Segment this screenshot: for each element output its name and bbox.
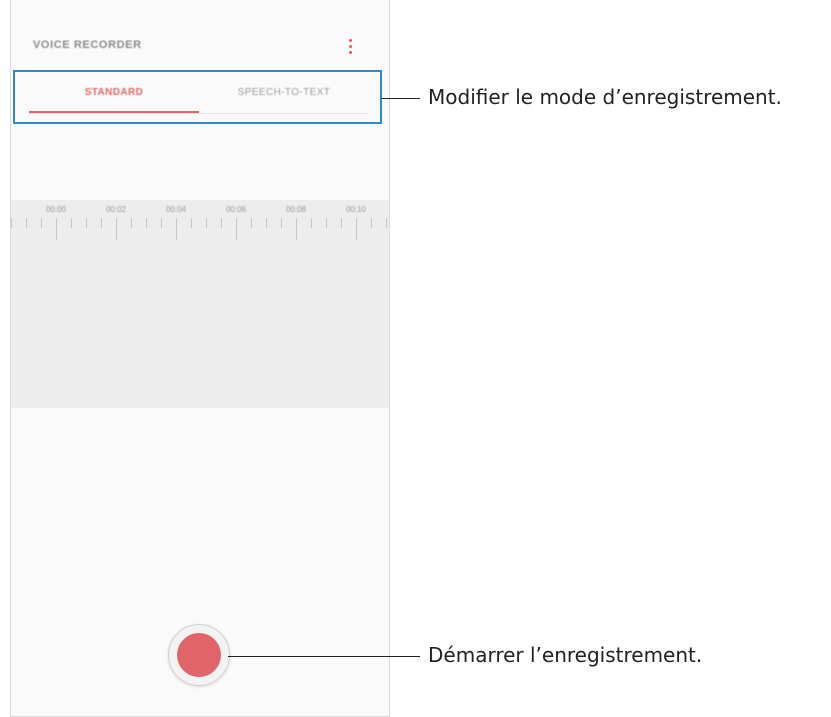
time-label: 00:06 bbox=[225, 205, 247, 214]
record-icon bbox=[177, 633, 221, 677]
ruler-minor-tick bbox=[101, 218, 102, 228]
ruler-minor-tick bbox=[221, 218, 222, 228]
app-title: VOICE RECORDER bbox=[33, 39, 142, 51]
ruler-minor-tick bbox=[341, 218, 342, 228]
time-label: 00:02 bbox=[105, 205, 127, 214]
timeline-labels: 00:00 00:02 00:04 00:06 00:08 00:10 bbox=[11, 205, 389, 219]
time-label: 00:08 bbox=[285, 205, 307, 214]
ruler-major-tick bbox=[356, 218, 357, 240]
record-button[interactable] bbox=[168, 624, 230, 686]
ruler-minor-tick bbox=[251, 218, 252, 228]
time-label: 00:04 bbox=[165, 205, 187, 214]
ruler-minor-tick bbox=[161, 218, 162, 228]
more-vert-icon-dot bbox=[349, 51, 352, 54]
ruler-minor-tick bbox=[281, 218, 282, 228]
ruler-minor-tick bbox=[266, 218, 267, 228]
ruler-major-tick bbox=[176, 218, 177, 240]
ruler-major-tick bbox=[236, 218, 237, 240]
ruler-minor-tick bbox=[191, 218, 192, 228]
ruler-major-tick bbox=[296, 218, 297, 240]
ruler-major-tick bbox=[56, 218, 57, 240]
ruler-minor-tick bbox=[326, 218, 327, 228]
ruler-minor-tick bbox=[11, 218, 12, 228]
record-callout-line bbox=[228, 656, 420, 657]
mode-tabs-highlight bbox=[13, 70, 382, 124]
ruler-minor-tick bbox=[371, 218, 372, 228]
more-options-button[interactable] bbox=[345, 36, 357, 58]
ruler-minor-tick bbox=[26, 218, 27, 228]
more-vert-icon-dot bbox=[349, 45, 352, 48]
timeline-ruler bbox=[11, 218, 389, 242]
ruler-minor-tick bbox=[86, 218, 87, 228]
ruler-minor-tick bbox=[311, 218, 312, 228]
more-vert-icon bbox=[349, 39, 352, 42]
mode-callout-text: Modifier le mode d’enregistrement. bbox=[428, 85, 782, 109]
ruler-minor-tick bbox=[71, 218, 72, 228]
ruler-major-tick bbox=[116, 218, 117, 240]
ruler-minor-tick bbox=[131, 218, 132, 228]
record-callout-text: Démarrer l’enregistrement. bbox=[428, 643, 703, 667]
ruler-minor-tick bbox=[146, 218, 147, 228]
time-label: 00:00 bbox=[45, 205, 67, 214]
ruler-minor-tick bbox=[41, 218, 42, 228]
ruler-minor-tick bbox=[206, 218, 207, 228]
ruler-minor-tick bbox=[386, 218, 387, 228]
time-label: 00:10 bbox=[345, 205, 367, 214]
mode-callout-line bbox=[382, 98, 420, 99]
